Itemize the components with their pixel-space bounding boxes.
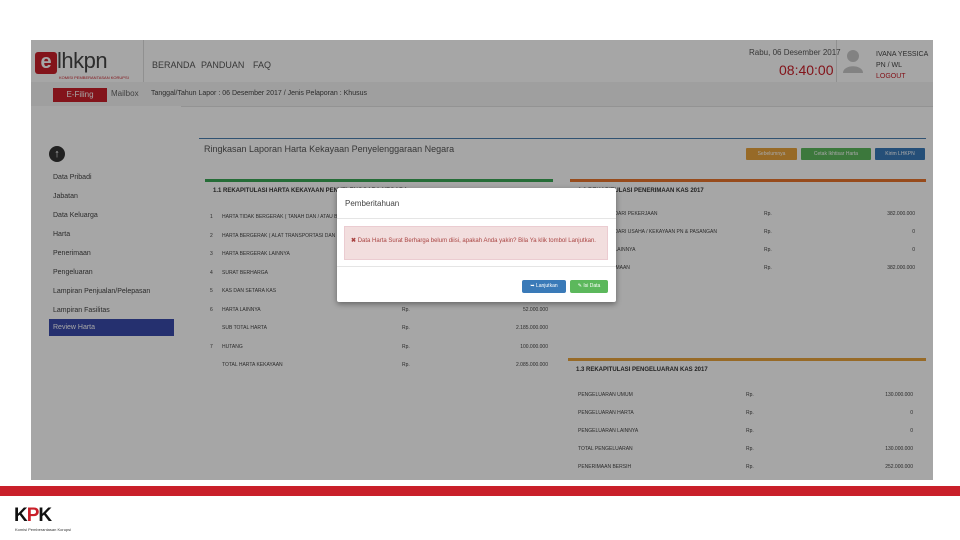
fill-data-label: Isi Data xyxy=(583,283,601,289)
kpk-org-name: Komisi Pemberantasan Korupsi xyxy=(15,527,72,532)
modal-title: Pemberitahuan xyxy=(345,199,400,208)
fill-data-button[interactable]: ✎ Isi Data xyxy=(570,280,608,293)
alert-text: ✖ Data Harta Surat Berharga belum diisi,… xyxy=(351,236,603,246)
divider xyxy=(337,218,616,219)
kpk-logo-letters: KPK xyxy=(14,505,52,526)
kpk-logo: KPK Komisi Pemberantasan Korupsi xyxy=(14,505,94,535)
divider xyxy=(337,266,616,267)
close-x-icon: ✖ xyxy=(351,238,358,244)
footer-red-bar xyxy=(0,486,960,496)
notification-modal: Pemberitahuan ✖ Data Harta Surat Berharg… xyxy=(337,188,616,302)
alert-message-text: Data Harta Surat Berharga belum diisi, a… xyxy=(357,238,596,244)
continue-button[interactable]: ➥ Lanjutkan xyxy=(522,280,566,293)
continue-label: Lanjutkan xyxy=(535,283,558,289)
alert-message: ✖ Data Harta Surat Berharga belum diisi,… xyxy=(344,226,608,260)
